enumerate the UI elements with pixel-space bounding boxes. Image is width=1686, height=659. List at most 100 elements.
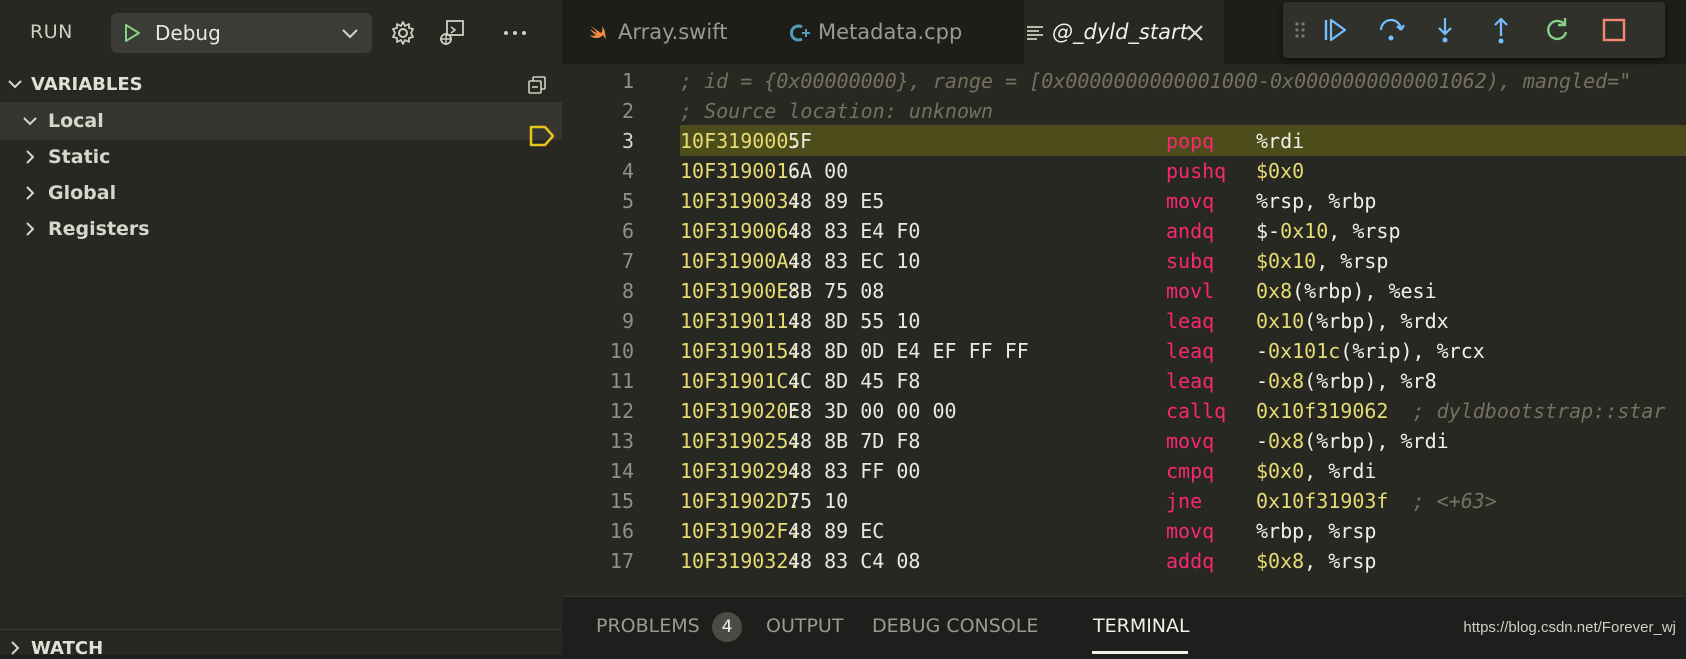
instruction-bytes: 5F	[788, 129, 813, 153]
line-number: 1	[621, 69, 634, 93]
operand-token: (%rbp), %esi	[1292, 279, 1437, 303]
debug-sidebar: RUN Debug VARIABLES Local Static Global …	[0, 0, 563, 659]
more-actions-icon[interactable]	[500, 18, 530, 48]
tab-problems[interactable]: PROBLEMS	[596, 615, 700, 637]
tab-metadata-cpp[interactable]: Metadata.cpp	[788, 0, 1038, 64]
variables-scope-global[interactable]: Global	[0, 174, 562, 212]
step-over-icon[interactable]	[1376, 15, 1406, 45]
variables-section-header[interactable]: VARIABLES	[0, 66, 562, 102]
instruction-operands: $0x8, %rsp	[1256, 549, 1376, 573]
instruction-address: 10F31900A:	[680, 249, 801, 273]
variables-scope-static[interactable]: Static	[0, 138, 562, 176]
line-number: 15	[609, 489, 634, 513]
code-line: 2 ; Source location: unknown	[562, 94, 1686, 126]
line-number: 13	[609, 429, 634, 453]
instruction-operands: -0x8(%rbp), %rdi	[1256, 429, 1449, 453]
current-instruction-pointer-icon[interactable]	[528, 124, 556, 148]
operand-token: $0x0	[1256, 459, 1305, 483]
gear-icon[interactable]	[388, 18, 418, 48]
step-into-icon[interactable]	[1430, 15, 1460, 45]
line-number: 4	[621, 159, 634, 183]
variables-scope-registers[interactable]: Registers	[0, 210, 562, 248]
instruction-address: 10F319020:	[680, 399, 801, 423]
instruction-address: 10F31902F:	[680, 519, 801, 543]
operand-token: -	[1256, 339, 1269, 363]
line-number: 9	[621, 309, 634, 333]
instruction-mnemonic: movq	[1166, 429, 1215, 453]
watch-section-header[interactable]: WATCH	[0, 629, 562, 659]
restart-icon[interactable]	[1542, 15, 1572, 45]
chevron-down-icon	[23, 117, 37, 126]
line-number: 12	[609, 399, 634, 423]
instruction-operands: -0x101c(%rip), %rcx	[1256, 339, 1485, 363]
tab-output[interactable]: OUTPUT	[766, 615, 843, 637]
operand-token: 0x8	[1256, 279, 1293, 303]
watch-title: WATCH	[31, 638, 104, 659]
run-view-title: RUN	[30, 21, 73, 43]
start-debugging-icon[interactable]	[121, 22, 143, 44]
comment-text: ; Source location: unknown	[680, 99, 994, 123]
tab-debug-console[interactable]: DEBUG CONSOLE	[872, 615, 1038, 637]
operand-token: 0x10f31903f	[1256, 489, 1389, 513]
debug-toolbar	[1283, 2, 1665, 58]
instruction-mnemonic: callq	[1166, 399, 1227, 423]
variables-scope-local[interactable]: Local	[0, 102, 562, 140]
code-line: 11 10F31901C: 4C 8D 45 F8 leaq -0x8(%rbp), %…	[562, 364, 1686, 396]
instruction-bytes: 75 10	[788, 489, 849, 513]
debug-console-icon[interactable]	[437, 18, 467, 48]
stop-icon[interactable]	[1599, 15, 1629, 45]
operand-token: 0x8	[1268, 369, 1305, 393]
instruction-bytes: 48 8D 0D E4 EF FF FF	[788, 339, 1029, 363]
collapse-all-icon[interactable]	[526, 74, 548, 96]
instruction-bytes: 48 89 EC	[788, 519, 885, 543]
step-out-icon[interactable]	[1486, 15, 1516, 45]
code-line: 3 10F319000: 5F popq %rdi	[562, 124, 1686, 156]
debug-configuration-select[interactable]: Debug	[111, 13, 372, 53]
instruction-address: 10F319011:	[680, 309, 801, 333]
code-line: 14 10F319029: 48 83 FF 00 cmpq $0x0, %rdi	[562, 454, 1686, 486]
code-line: 8 10F31900E: 8B 75 08 movl 0x8(%rbp), %esi	[562, 274, 1686, 306]
problems-count-badge: 4	[712, 612, 742, 642]
instruction-operands: $0x0, %rdi	[1256, 459, 1376, 483]
instruction-mnemonic: leaq	[1166, 369, 1215, 393]
instruction-address: 10F319006:	[680, 219, 801, 243]
instruction-bytes: 48 83 FF 00	[788, 459, 921, 483]
continue-icon[interactable]	[1320, 15, 1350, 45]
code-line: 16 10F31902F: 48 89 EC movq %rbp, %rsp	[562, 514, 1686, 546]
instruction-operands: %rbp, %rsp	[1256, 519, 1376, 543]
tab-terminal[interactable]: TERMINAL	[1093, 615, 1190, 637]
instruction-mnemonic: movq	[1166, 519, 1215, 543]
tab-dyld-start[interactable]: @_dyld_start	[1024, 0, 1224, 64]
instruction-bytes: 48 89 E5	[788, 189, 885, 213]
line-number: 2	[621, 99, 634, 123]
tab-label: @_dyld_start	[1052, 20, 1188, 44]
operand-token: -	[1256, 429, 1269, 453]
code-line: 15 10F31902D: 75 10 jne 0x10f31903f ; <+63>	[562, 484, 1686, 516]
operand-token: 0x10	[1280, 219, 1329, 243]
instruction-address: 10F31900E:	[680, 279, 801, 303]
instruction-bytes: 48 83 EC 10	[788, 249, 921, 273]
chevron-right-icon	[11, 641, 20, 655]
drag-handle-icon[interactable]	[1293, 15, 1307, 45]
disassembly-view[interactable]: 1 ; id = {0x00000000}, range = [0x000000…	[562, 64, 1686, 594]
instruction-bytes: 48 83 E4 F0	[788, 219, 921, 243]
panel-tab-bar: PROBLEMS 4 OUTPUT DEBUG CONSOLE TERMINAL…	[562, 596, 1686, 655]
instruction-operands: %rdi	[1256, 129, 1304, 153]
line-number: 6	[621, 219, 634, 243]
comment-text: ; id = {0x00000000}, range = [0x00000000…	[680, 69, 1632, 93]
chevron-down-icon	[342, 29, 358, 39]
instruction-operands: 0x10(%rbp), %rdx	[1256, 309, 1449, 333]
line-number: 10	[609, 339, 634, 363]
tab-array-swift[interactable]: Array.swift	[562, 0, 788, 64]
scope-label: Static	[48, 146, 111, 168]
scope-label: Registers	[48, 218, 150, 240]
operand-token: , %rsp	[1316, 249, 1389, 273]
close-icon[interactable]	[1184, 22, 1206, 44]
line-number: 8	[621, 279, 634, 303]
chevron-right-icon	[26, 150, 35, 164]
code-line: 12 10F319020: E8 3D 00 00 00 callq 0x10f3190…	[562, 394, 1686, 426]
variables-title: VARIABLES	[31, 74, 143, 95]
instruction-address: 10F319032:	[680, 549, 801, 573]
instruction-mnemonic: popq	[1166, 129, 1215, 153]
operand-token: (%rbp), %r8	[1304, 369, 1437, 393]
